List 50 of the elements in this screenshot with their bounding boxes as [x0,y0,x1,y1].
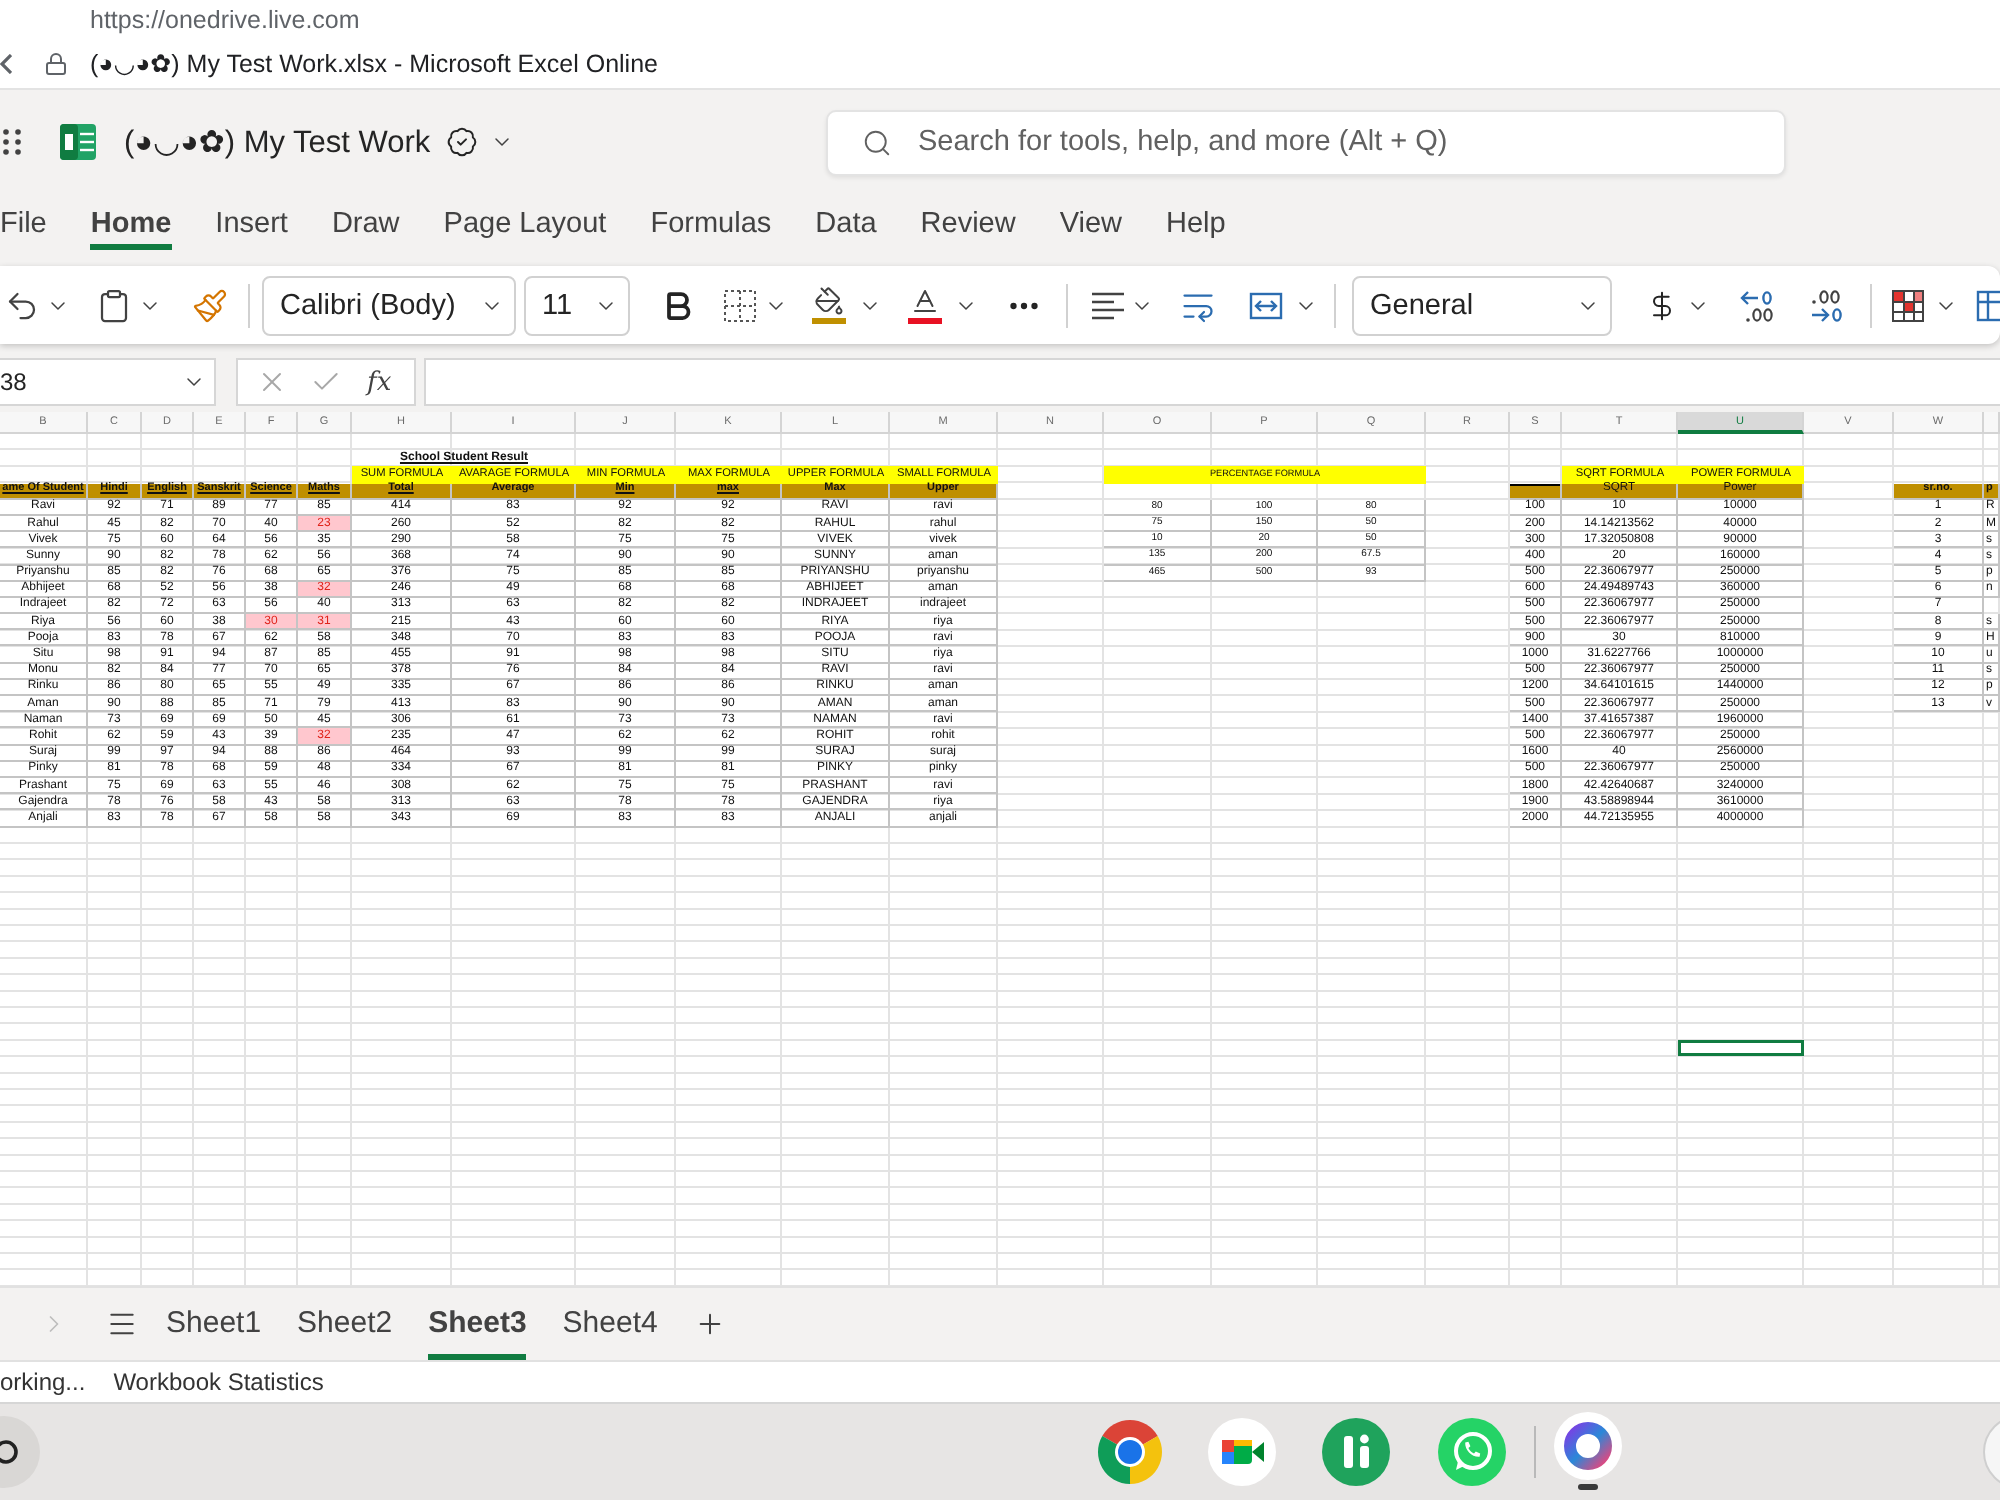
app-launcher-icon[interactable] [2,126,22,158]
search-icon [862,127,892,157]
ring-logo-icon[interactable] [1554,1412,1622,1481]
insert-function-button[interactable]: fx [363,367,396,397]
running-indicator [1578,1484,1598,1491]
merge-cells-icon[interactable] [1248,287,1284,323]
paintbrush-icon[interactable] [192,287,228,323]
formula-input[interactable] [424,358,2000,406]
table-icon[interactable] [1890,287,1926,323]
page-title: (◕◡◕✿) My Test Work.xlsx - Microsoft Excel Online [90,50,658,80]
grid-icon[interactable] [1976,287,2000,323]
back-icon[interactable] [0,54,12,74]
sheet-tab[interactable]: Sheet4 [562,1287,658,1360]
sheet-tab[interactable]: Sheet2 [297,1287,393,1360]
ribbon-tab[interactable]: Help [1166,194,1226,250]
url-text: https://onedrive.live.com [90,6,362,36]
decrease-decimal-icon[interactable] [1806,287,1846,323]
font-size-select[interactable]: 11 [524,275,630,335]
name-box[interactable]: 38 [0,358,216,406]
sheet-tab[interactable]: Sheet1 [166,1287,262,1360]
document-title[interactable]: (◕◡◕✿) My Test Work [124,123,431,161]
ribbon-tab[interactable]: View [1059,194,1123,250]
badge-check-icon[interactable] [446,126,479,158]
header-cell [1510,483,1562,500]
ribbon-tab[interactable]: Review [920,194,1016,250]
ribbon-tab[interactable]: Formulas [650,194,772,250]
font-select[interactable]: Calibri (Body) [262,275,516,335]
font-color-icon[interactable] [906,285,942,325]
align-left-icon[interactable] [1090,287,1126,323]
increase-decimal-icon[interactable] [1736,287,1776,323]
ribbon-tab[interactable]: File [0,194,47,250]
ribbon-tab[interactable]: Draw [331,194,400,250]
lock-icon [44,52,68,76]
spreadsheet-icon [60,124,96,160]
ribbon-tab[interactable]: Insert [215,194,288,250]
segmented-circle-icon[interactable] [1096,1417,1164,1486]
ribbon-tab[interactable]: Home [90,194,172,250]
workbook-statistics-button[interactable]: Workbook Statistics [113,1367,324,1396]
fill-color-icon[interactable] [810,285,846,325]
search-field[interactable]: Search for tools, help, and more (Alt + Q) [826,109,1786,175]
launcher-icon[interactable] [0,1415,44,1488]
status-text: orking... [0,1367,86,1396]
app-logo-icon[interactable] [1322,1417,1390,1486]
undo-icon[interactable] [4,287,40,323]
ribbon-tab[interactable]: Page Layout [443,194,607,250]
clipboard-icon[interactable] [96,287,132,323]
video-camera-icon[interactable] [1208,1417,1276,1486]
ribbon-tab[interactable]: Data [815,194,877,250]
number-format-select[interactable]: General [1352,275,1612,335]
borders-icon[interactable] [722,287,758,323]
